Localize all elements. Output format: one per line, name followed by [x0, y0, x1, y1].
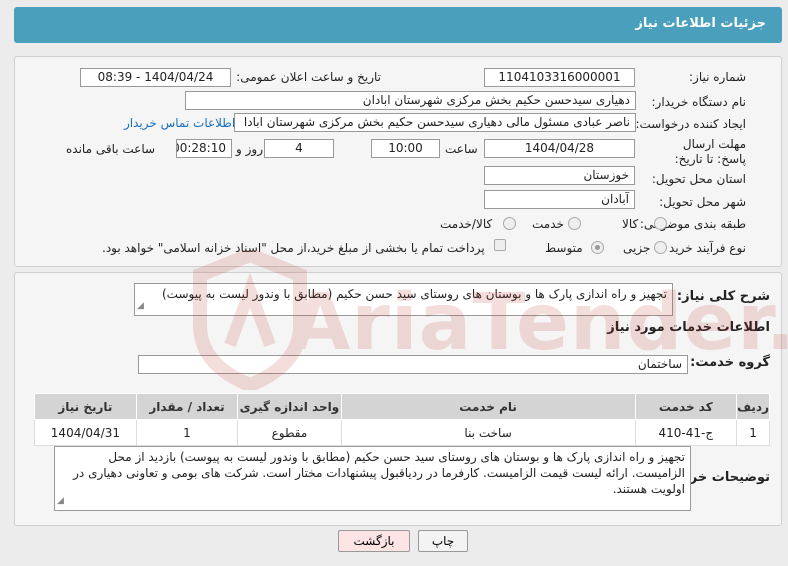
- services-section-title: اطلاعات خدمات مورد نیاز: [607, 320, 770, 335]
- need-number-field: 1104103316000001: [484, 68, 635, 87]
- city-field: آبادان: [484, 190, 635, 209]
- table-row: 1 ج-41-410 ساخت بنا مقطوع 1 1404/04/31: [34, 419, 770, 446]
- days-label: روز و: [236, 142, 263, 156]
- deadline-date-field: 1404/04/28: [484, 139, 635, 158]
- table-header-row: ردیف کد خدمت نام خدمت واحد اندازه گیری ت…: [34, 393, 770, 420]
- cell-quantity: 1: [135, 419, 239, 446]
- cell-date: 1404/04/31: [34, 419, 137, 446]
- col-header-quantity: تعداد / مقدار: [135, 393, 239, 420]
- cell-name: ساخت بنا: [340, 419, 636, 446]
- print-button[interactable]: چاپ: [418, 530, 468, 552]
- col-header-date: تاریخ نیاز: [34, 393, 137, 420]
- buyer-notes-textarea[interactable]: تجهیز و راه اندازی پارک ها و بوستان های …: [54, 446, 691, 511]
- process-minor-radio[interactable]: [654, 241, 667, 254]
- treasury-bonds-checkbox[interactable]: [494, 239, 506, 251]
- buyer-contact-link[interactable]: اطلاعات تماس خریدار: [124, 116, 235, 130]
- need-number-label: شماره نیاز:: [689, 70, 746, 84]
- cell-code: ج-41-410: [634, 419, 738, 446]
- remaining-time-field: 00:28:10: [176, 139, 232, 158]
- col-header-name: نام خدمت: [340, 393, 636, 420]
- province-label: استان محل تحویل:: [651, 172, 746, 186]
- creator-field: ناصر عبادی مسئول مالی دهیاری سیدحسن حکیم…: [234, 113, 636, 132]
- back-button[interactable]: بازگشت: [338, 530, 410, 552]
- cell-row-num: 1: [736, 419, 770, 446]
- summary-label: شرح کلی نیاز:: [676, 289, 770, 304]
- buyer-org-label: نام دستگاه خریدار:: [651, 95, 747, 109]
- resize-handle-icon[interactable]: ◢: [57, 493, 64, 509]
- announce-label: تاریخ و ساعت اعلان عمومی:: [236, 70, 381, 84]
- process-medium-label: متوسط: [545, 241, 583, 255]
- time-label: ساعت: [445, 142, 478, 156]
- deadline-label: مهلت ارسال پاسخ: تا تاریخ:: [674, 137, 746, 166]
- category-service-radio[interactable]: [568, 217, 581, 230]
- services-table: ردیف کد خدمت نام خدمت واحد اندازه گیری ت…: [34, 393, 770, 446]
- category-service-label: خدمت: [532, 217, 564, 231]
- category-goods-radio[interactable]: [654, 217, 667, 230]
- days-field: 4: [264, 139, 334, 158]
- category-goods-label: کالا: [622, 217, 639, 231]
- summary-textarea[interactable]: تجهیز و راه اندازی پارک ها و بوستان های …: [134, 283, 673, 316]
- buyer-notes-text: تجهیز و راه اندازی پارک ها و بوستان های …: [73, 450, 685, 496]
- deadline-time-field: 10:00: [371, 139, 440, 158]
- col-header-row-num: ردیف: [736, 393, 770, 420]
- cell-unit: مقطوع: [237, 419, 342, 446]
- process-label: نوع فرآیند خرید :: [661, 241, 746, 255]
- service-group-field: ساختمان: [138, 355, 688, 374]
- summary-text: تجهیز و راه اندازی پارک ها و بوستان های …: [162, 287, 667, 301]
- buyer-org-field: دهیاری سیدحسن حکیم بخش مرکزی شهرستان ابا…: [185, 91, 636, 110]
- creator-label: ایجاد کننده درخواست:: [635, 117, 746, 131]
- payment-note: پرداخت تمام یا بخشی از مبلغ خرید،از محل …: [102, 241, 485, 255]
- col-header-unit: واحد اندازه گیری: [237, 393, 342, 420]
- announce-field: 1404/04/24 - 08:39: [80, 68, 231, 87]
- remaining-label: ساعت باقی مانده: [66, 142, 156, 156]
- process-medium-radio[interactable]: [591, 241, 604, 254]
- province-field: خوزستان: [484, 166, 635, 185]
- page-header: جزئیات اطلاعات نیاز: [14, 7, 782, 43]
- process-minor-label: جزیی: [623, 241, 651, 255]
- resize-handle-icon[interactable]: ◢: [137, 298, 144, 314]
- category-goods-service-radio[interactable]: [503, 217, 516, 230]
- category-goods-service-label: کالا/خدمت: [440, 217, 493, 231]
- col-header-code: کد خدمت: [634, 393, 738, 420]
- city-label: شهر محل تحویل:: [659, 195, 746, 209]
- service-group-label: گروه خدمت:: [690, 355, 770, 370]
- page-title: جزئیات اطلاعات نیاز: [635, 16, 766, 31]
